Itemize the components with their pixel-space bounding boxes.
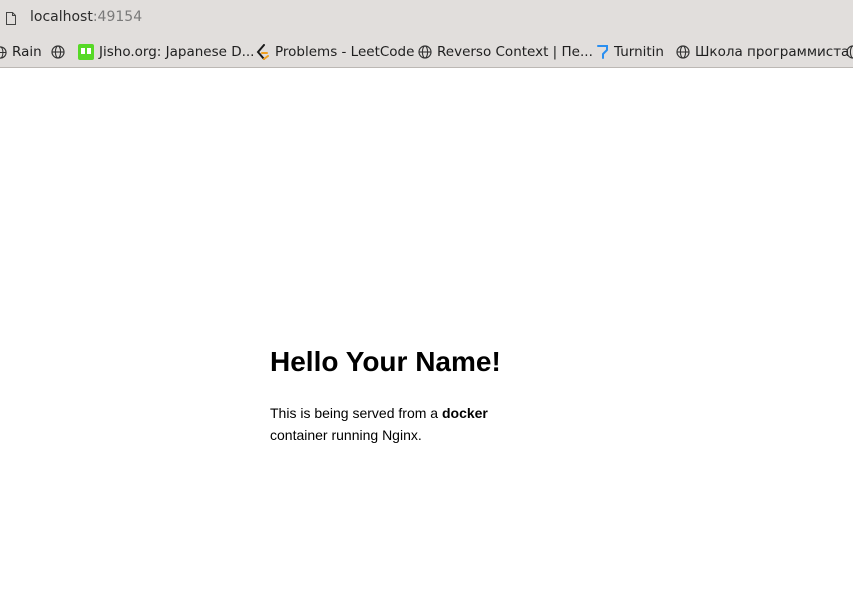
page-icon: [6, 10, 16, 25]
bookmark-label: Школа программиста: [695, 44, 850, 60]
bookmark-label: Turnitin: [614, 44, 664, 60]
globe-icon: [418, 45, 432, 59]
globe-icon: [846, 45, 853, 59]
bookmark-label: Rain: [12, 44, 42, 60]
address-bar[interactable]: localhost:49154: [0, 0, 853, 34]
bookmark-rain[interactable]: Rain: [0, 36, 42, 68]
bookmark-turnitin[interactable]: Turnitin: [597, 36, 664, 68]
globe-icon: [0, 45, 7, 59]
bookmark-overflow[interactable]: [846, 36, 853, 68]
page-paragraph: This is being served from a docker conta…: [270, 402, 510, 446]
bookmark-label: Reverso Context | Пе...: [437, 44, 593, 60]
docker-bold-text: docker: [441, 405, 488, 421]
bookmark-globe[interactable]: [51, 36, 70, 68]
paragraph-text-start: This is being served from a: [270, 405, 442, 421]
paragraph-text-end: container running Nginx.: [270, 427, 422, 443]
leetcode-icon: [256, 44, 270, 60]
bookmark-reverso[interactable]: Reverso Context | Пе...: [418, 36, 593, 68]
bookmark-jisho[interactable]: Jisho.org: Japanese D...: [78, 36, 254, 68]
url-text[interactable]: localhost:49154: [30, 8, 142, 26]
url-port: :49154: [92, 9, 143, 25]
bookmark-leetcode[interactable]: Problems - LeetCode: [256, 36, 414, 68]
jisho-icon: [78, 44, 94, 60]
turnitin-icon: [597, 44, 609, 60]
browser-toolbar: localhost:49154 Rain Jisho.org: Japanese…: [0, 0, 853, 68]
bookmark-school[interactable]: Школа программиста: [676, 36, 849, 68]
bookmark-label: Jisho.org: Japanese D...: [99, 44, 255, 60]
bookmarks-toolbar: Rain Jisho.org: Japanese D... Problems -…: [0, 36, 853, 68]
page-heading: Hello Your Name!: [270, 346, 501, 377]
globe-icon: [676, 45, 690, 59]
page-content: Hello Your Name! This is being served fr…: [270, 340, 570, 446]
globe-icon: [51, 45, 65, 59]
bookmark-label: Problems - LeetCode: [275, 44, 415, 60]
url-host: localhost: [30, 9, 93, 25]
